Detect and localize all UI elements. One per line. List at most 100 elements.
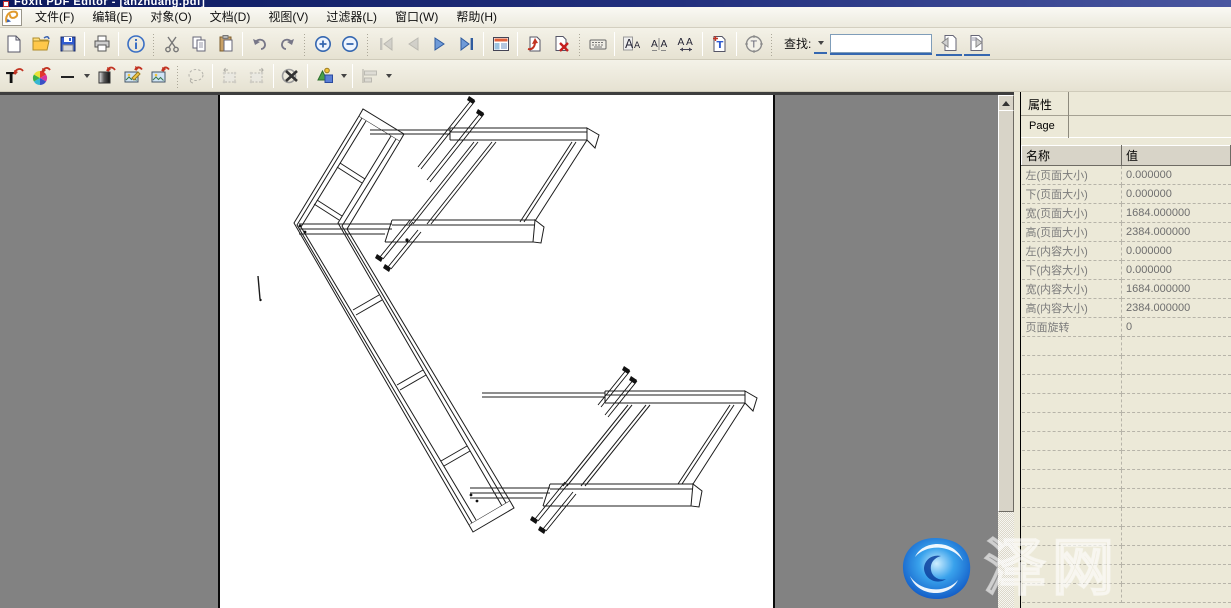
edit-image-button[interactable] [119,63,146,89]
menu-help[interactable]: 帮助(H) [447,6,506,28]
zoom-out-button[interactable] [336,31,363,57]
save-button[interactable] [54,31,81,57]
menu-document[interactable]: 文档(D) [201,6,260,28]
toolbar-grip[interactable] [770,32,773,56]
delete-page-button[interactable] [548,31,575,57]
property-value[interactable]: 2384.000000 [1122,299,1231,318]
scrollbar-thumb[interactable] [998,110,1014,512]
property-row[interactable]: 左(内容大小) 0.000000 [1022,242,1231,261]
lasso-icon [186,66,206,86]
property-row[interactable]: 宽(页面大小) 1684.000000 [1022,204,1231,223]
menu-file[interactable]: 文件(F) [26,6,83,28]
delete-object-button[interactable] [277,63,304,89]
property-row[interactable]: 高(页面大小) 2384.000000 [1022,223,1231,242]
menu-view[interactable]: 视图(V) [259,6,317,28]
property-value[interactable]: 2384.000000 [1122,223,1231,242]
document-canvas[interactable] [0,92,998,608]
toolbar-grip[interactable] [303,32,306,56]
property-row[interactable]: 高(内容大小) 2384.000000 [1022,299,1231,318]
undo-button[interactable] [246,31,273,57]
align-type-dropdown[interactable] [383,63,394,89]
save-icon [58,34,78,54]
cut-button[interactable] [158,31,185,57]
menu-window[interactable]: 窗口(W) [386,6,447,28]
add-shading-button[interactable] [92,63,119,89]
align-objects-button[interactable] [356,63,383,89]
add-image-button[interactable] [146,63,173,89]
soft-keyboard-button[interactable] [584,31,611,57]
transform-left-button[interactable] [216,63,243,89]
zoom-out-icon [340,34,360,54]
property-row[interactable]: 宽(内容大小) 1684.000000 [1022,280,1231,299]
tab-page[interactable]: Page [1021,116,1069,138]
property-value[interactable]: 0.000000 [1122,261,1231,280]
print-button[interactable] [88,31,115,57]
add-shape-button[interactable] [311,63,338,89]
document-info-button[interactable] [122,31,149,57]
find-next-button[interactable] [964,32,990,56]
property-value[interactable]: 1684.000000 [1122,204,1231,223]
property-row[interactable]: 左(页面大小) 0.000000 [1022,166,1231,185]
toolbar-grip[interactable] [578,32,581,56]
first-page-button[interactable] [372,31,399,57]
column-header-value[interactable]: 值 [1122,146,1231,166]
transform-right-button[interactable] [243,63,270,89]
toolbar-grip[interactable] [366,32,369,56]
scroll-up-button[interactable] [998,95,1014,111]
menu-edit[interactable]: 编辑(E) [83,6,141,28]
find-prev-button[interactable] [936,32,962,56]
property-value[interactable]: 0 [1122,318,1231,337]
find-history-dropdown[interactable] [814,34,827,54]
empty-row [1022,508,1231,527]
prev-page-button[interactable] [399,31,426,57]
empty-row [1022,337,1231,356]
add-text-object-button[interactable]: T [706,31,733,57]
import-page-button[interactable] [521,31,548,57]
menu-object[interactable]: 对象(O) [141,6,200,28]
property-value[interactable]: 0.000000 [1122,185,1231,204]
print-icon [92,34,112,54]
property-value[interactable]: 1684.000000 [1122,280,1231,299]
paste-button[interactable] [212,31,239,57]
add-text-button[interactable]: T [0,63,27,89]
text-mode-button[interactable]: T [740,31,767,57]
keyboard-icon [588,34,608,54]
new-document-button[interactable] [0,31,27,57]
char-spacing-button[interactable]: AA [645,31,672,57]
menu-filter[interactable]: 过滤器(L) [317,6,386,28]
main-toolbar: AA AA AA T T [0,28,1231,60]
line-icon [58,66,78,86]
redo-button[interactable] [273,31,300,57]
property-value[interactable]: 0.000000 [1122,166,1231,185]
last-page-button[interactable] [453,31,480,57]
page-thumbnail-panel-button[interactable] [487,31,514,57]
property-row[interactable]: 下(内容大小) 0.000000 [1022,261,1231,280]
empty-row [1022,356,1231,375]
property-value[interactable]: 0.000000 [1122,242,1231,261]
column-header-name[interactable]: 名称 [1022,146,1122,166]
separator [242,32,243,56]
separator [307,64,308,88]
copy-button[interactable] [185,31,212,57]
property-name: 左(页面大小) [1022,166,1122,185]
empty-row [1022,375,1231,394]
open-file-button[interactable] [27,31,54,57]
char-width-button[interactable]: AA [672,31,699,57]
document-window-icon[interactable] [2,9,22,26]
property-row[interactable]: 下(页面大小) 0.000000 [1022,185,1231,204]
vertical-scrollbar[interactable] [998,95,1014,608]
up-arrow-icon [1002,97,1010,106]
toolbar-grip[interactable] [176,64,179,88]
shape-type-dropdown[interactable] [338,63,349,89]
add-color-button[interactable] [27,63,54,89]
toolbar-grip[interactable] [152,32,155,56]
line-style-dropdown[interactable] [81,63,92,89]
lasso-select-button[interactable] [182,63,209,89]
zoom-in-button[interactable] [309,31,336,57]
find-input[interactable] [830,34,932,53]
next-page-button[interactable] [426,31,453,57]
add-line-button[interactable] [54,63,81,89]
pdf-page[interactable] [218,95,775,608]
property-row[interactable]: 页面旋转 0 [1022,318,1231,337]
font-size-button[interactable]: AA [618,31,645,57]
